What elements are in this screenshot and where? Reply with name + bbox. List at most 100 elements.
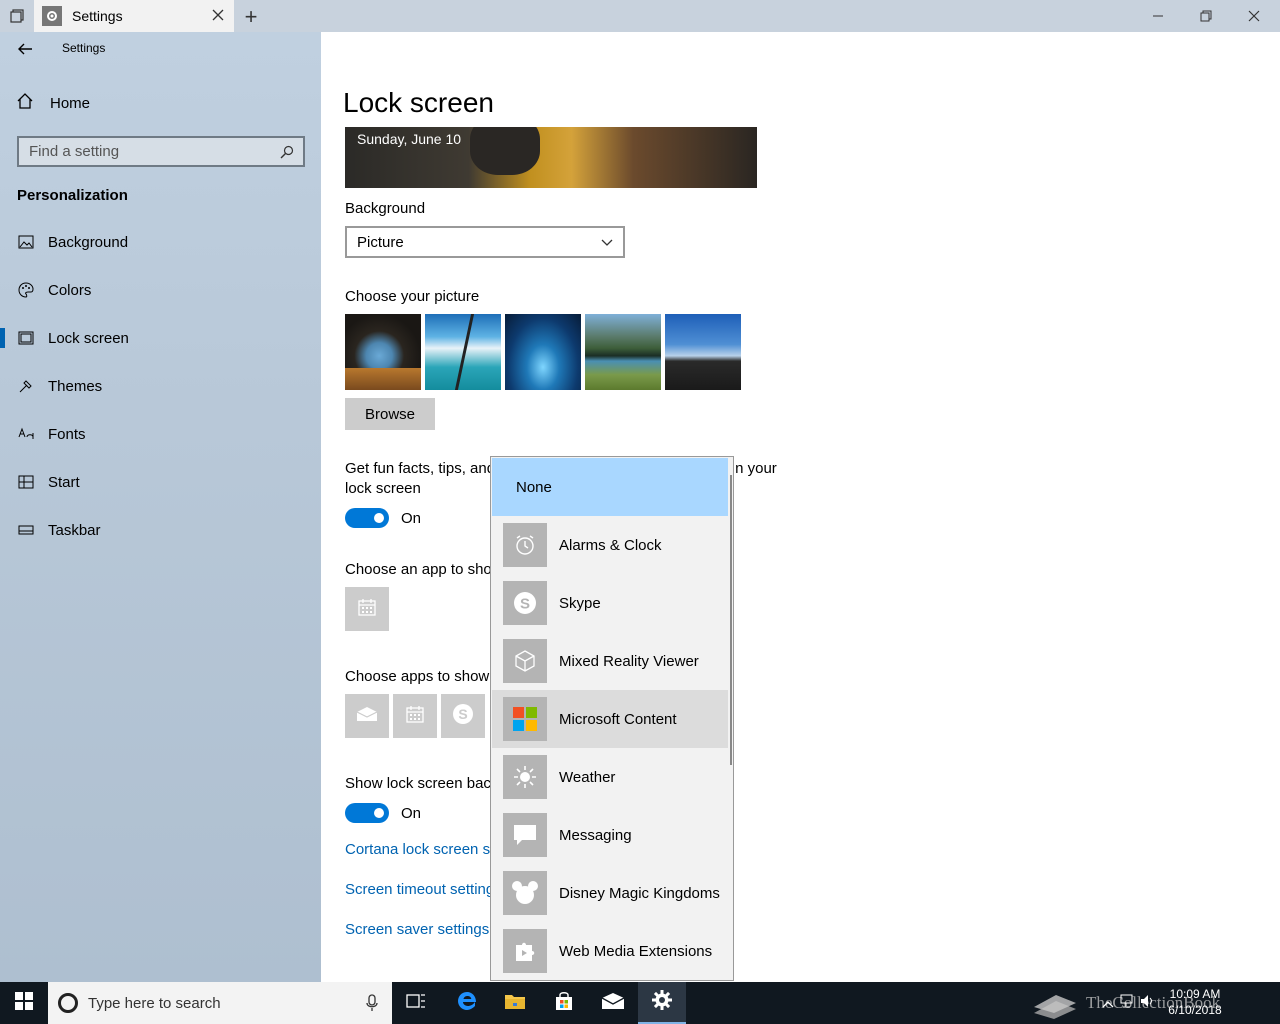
folder-icon: [504, 992, 526, 1014]
microphone-icon[interactable]: [360, 991, 384, 1015]
quick-status-app-button[interactable]: [345, 694, 389, 738]
store-button[interactable]: [540, 982, 588, 1024]
cortana-settings-link[interactable]: Cortana lock screen se: [345, 841, 498, 858]
picture-thumbnail[interactable]: [665, 314, 741, 390]
minimize-button[interactable]: [1134, 0, 1182, 32]
sidebar-item-lock-screen[interactable]: Lock screen: [0, 316, 321, 360]
tab-title: Settings: [72, 8, 123, 24]
popup-item-skype[interactable]: S Skype: [492, 574, 728, 632]
home-nav[interactable]: Home: [16, 92, 90, 114]
choose-app-label: Choose an app to sho: [345, 561, 492, 578]
search-box[interactable]: [17, 136, 305, 167]
store-bag-icon: [554, 991, 574, 1015]
sidebar-item-label: Fonts: [48, 425, 86, 443]
clock-date: 6/10/2018: [1168, 1003, 1222, 1017]
sidebar-item-label: Colors: [48, 281, 92, 299]
edge-button[interactable]: [443, 982, 491, 1024]
gear-icon: [42, 6, 62, 26]
toggle-state: On: [401, 510, 422, 527]
close-tab-icon[interactable]: [210, 7, 226, 23]
volume-tray-button[interactable]: [1138, 982, 1158, 1024]
restore-button[interactable]: [1182, 0, 1230, 32]
svg-text:S: S: [458, 706, 467, 722]
start-button[interactable]: [0, 982, 48, 1024]
picture-thumbnail[interactable]: [345, 314, 421, 390]
sidebar: Settings Home Personalization Background…: [0, 32, 321, 982]
chevron-up-icon: [1102, 995, 1114, 1012]
popup-item-disney[interactable]: Disney Magic Kingdoms: [492, 864, 728, 922]
sidebar-item-background[interactable]: Background: [0, 220, 321, 264]
lock-screen-preview: Sunday, June 10: [345, 127, 757, 188]
popup-item-web-media[interactable]: Web Media Extensions: [492, 922, 728, 980]
home-label: Home: [50, 94, 91, 112]
sidebar-item-taskbar[interactable]: Taskbar: [0, 508, 321, 552]
popup-item-microsoft-content[interactable]: Microsoft Content: [492, 690, 728, 748]
edge-icon: [456, 990, 478, 1016]
sidebar-item-fonts[interactable]: Fonts: [0, 412, 321, 456]
popup-item-weather[interactable]: Weather: [492, 748, 728, 806]
lock-screen-icon: [17, 329, 35, 347]
picture-thumbnail[interactable]: [505, 314, 581, 390]
popup-item-label: None: [516, 478, 552, 496]
popup-item-none[interactable]: None: [492, 458, 728, 516]
browse-button[interactable]: Browse: [345, 398, 435, 430]
network-icon: [1120, 994, 1136, 1012]
skype-icon: S: [503, 581, 547, 625]
task-view-icon[interactable]: [0, 0, 34, 32]
popup-item-messaging[interactable]: Messaging: [492, 806, 728, 864]
section-header: Personalization: [17, 187, 128, 204]
taskbar-icon: [17, 521, 35, 539]
detailed-status-app-button[interactable]: [345, 587, 389, 631]
settings-taskbar-button[interactable]: [638, 982, 686, 1024]
clock-time: 10:09 AM: [1169, 987, 1221, 1001]
show-hidden-icons-button[interactable]: [1096, 982, 1120, 1024]
puzzle-icon: [503, 929, 547, 973]
task-view-icon: [406, 992, 426, 1014]
show-background-toggle[interactable]: [345, 803, 389, 823]
taskbar-clock[interactable]: 10:09 AM 6/10/2018: [1160, 986, 1230, 1018]
taskbar-search[interactable]: Type here to search: [48, 982, 392, 1024]
svg-text:S: S: [520, 596, 530, 613]
file-explorer-button[interactable]: [491, 982, 539, 1024]
background-value: Picture: [357, 233, 404, 251]
network-tray-button[interactable]: [1118, 982, 1138, 1024]
main-content: Lock screen Sunday, June 10 Background P…: [321, 32, 1280, 982]
toggle-state: On: [401, 805, 422, 822]
sidebar-item-themes[interactable]: Themes: [0, 364, 321, 408]
screen-saver-link[interactable]: Screen saver settings: [345, 921, 489, 938]
themes-icon: [17, 377, 35, 395]
settings-tab[interactable]: Settings: [34, 0, 234, 32]
quick-status-app-button[interactable]: S: [441, 694, 485, 738]
app-title: Settings: [62, 41, 106, 55]
back-button[interactable]: [10, 34, 40, 64]
picture-icon: [17, 233, 35, 251]
palette-icon: [17, 281, 35, 299]
home-icon: [16, 92, 34, 114]
sidebar-item-label: Start: [48, 473, 80, 491]
fun-facts-label-line2: lock screen: [345, 480, 421, 497]
sun-icon: [503, 755, 547, 799]
fun-facts-toggle[interactable]: [345, 508, 389, 528]
search-icon[interactable]: [275, 140, 299, 164]
popup-scrollbar[interactable]: [730, 475, 732, 765]
sidebar-item-colors[interactable]: Colors: [0, 268, 321, 312]
screen-timeout-link[interactable]: Screen timeout setting: [345, 881, 494, 898]
sidebar-item-start[interactable]: Start: [0, 460, 321, 504]
popup-item-alarms[interactable]: Alarms & Clock: [492, 516, 728, 574]
quick-status-app-button[interactable]: [393, 694, 437, 738]
picture-thumbnail[interactable]: [425, 314, 501, 390]
close-window-button[interactable]: [1230, 0, 1278, 32]
search-input[interactable]: [19, 143, 275, 160]
popup-item-mixed-reality[interactable]: Mixed Reality Viewer: [492, 632, 728, 690]
picture-thumbnail[interactable]: [585, 314, 661, 390]
mail-button[interactable]: [589, 982, 637, 1024]
new-tab-button[interactable]: +: [240, 4, 262, 29]
sidebar-item-label: Background: [48, 233, 129, 251]
cortana-icon: [58, 993, 78, 1013]
app-picker-popup: None Alarms & Clock S Skype Mixed Realit…: [490, 456, 734, 981]
page-title: Lock screen: [343, 87, 494, 118]
task-view-button[interactable]: [392, 982, 440, 1024]
background-label: Background: [345, 200, 426, 217]
background-dropdown[interactable]: Picture: [345, 226, 625, 258]
popup-item-label: Microsoft Content: [559, 710, 677, 728]
